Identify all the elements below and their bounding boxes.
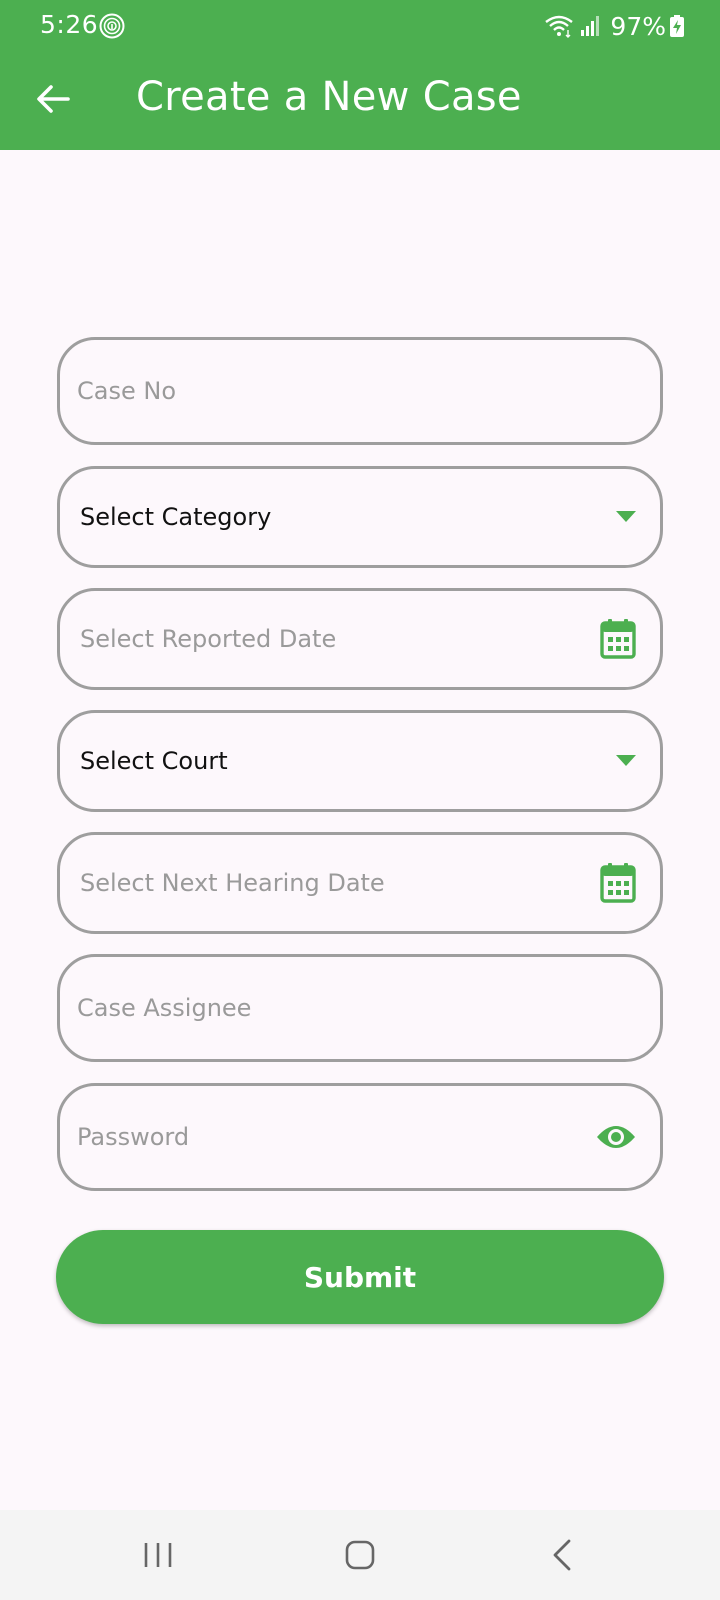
case-no-input[interactable]	[60, 340, 660, 442]
case-assignee-input[interactable]	[60, 957, 660, 1059]
reported-date-placeholder: Select Reported Date	[80, 625, 337, 653]
page-title: Create a New Case	[136, 74, 522, 120]
nav-home-button[interactable]	[330, 1530, 390, 1580]
case-assignee-field[interactable]	[57, 954, 663, 1062]
calendar-icon[interactable]	[600, 863, 636, 903]
eye-icon[interactable]	[596, 1123, 636, 1151]
status-time: 5:26	[40, 10, 99, 39]
nav-back-button[interactable]	[532, 1530, 592, 1580]
next-hearing-date-placeholder: Select Next Hearing Date	[80, 869, 385, 897]
system-nav-bar	[0, 1510, 720, 1600]
wifi-icon	[545, 15, 574, 38]
arrow-left-icon	[37, 85, 70, 113]
password-field[interactable]	[57, 1083, 663, 1191]
category-dropdown[interactable]: Select Category	[57, 466, 663, 568]
fingerprint-icon	[99, 13, 125, 39]
battery-percent: 97%	[610, 11, 666, 41]
court-label: Select Court	[80, 747, 228, 775]
nav-recents-button[interactable]	[128, 1530, 188, 1580]
dropdown-arrow-icon	[616, 511, 636, 522]
next-hearing-date-field[interactable]: Select Next Hearing Date	[57, 832, 663, 934]
submit-button[interactable]: Submit	[56, 1230, 664, 1324]
signal-icon	[581, 16, 600, 36]
recents-icon	[144, 1543, 172, 1567]
home-icon	[345, 1540, 375, 1570]
reported-date-field[interactable]: Select Reported Date	[57, 588, 663, 690]
back-icon	[553, 1539, 571, 1571]
toggle-password-visibility[interactable]	[596, 1123, 636, 1151]
category-label: Select Category	[80, 503, 272, 531]
dropdown-arrow-icon	[616, 755, 636, 766]
court-dropdown[interactable]: Select Court	[57, 710, 663, 812]
battery-charging-icon	[670, 15, 684, 37]
password-input[interactable]	[60, 1086, 660, 1188]
status-indicators: 97%	[544, 10, 684, 42]
calendar-icon[interactable]	[600, 619, 636, 659]
back-button[interactable]	[28, 74, 78, 124]
app-bar: 5:26 97% Create a New Case	[0, 0, 720, 150]
case-no-field[interactable]	[57, 337, 663, 445]
status-bar: 5:26 97%	[0, 0, 720, 52]
